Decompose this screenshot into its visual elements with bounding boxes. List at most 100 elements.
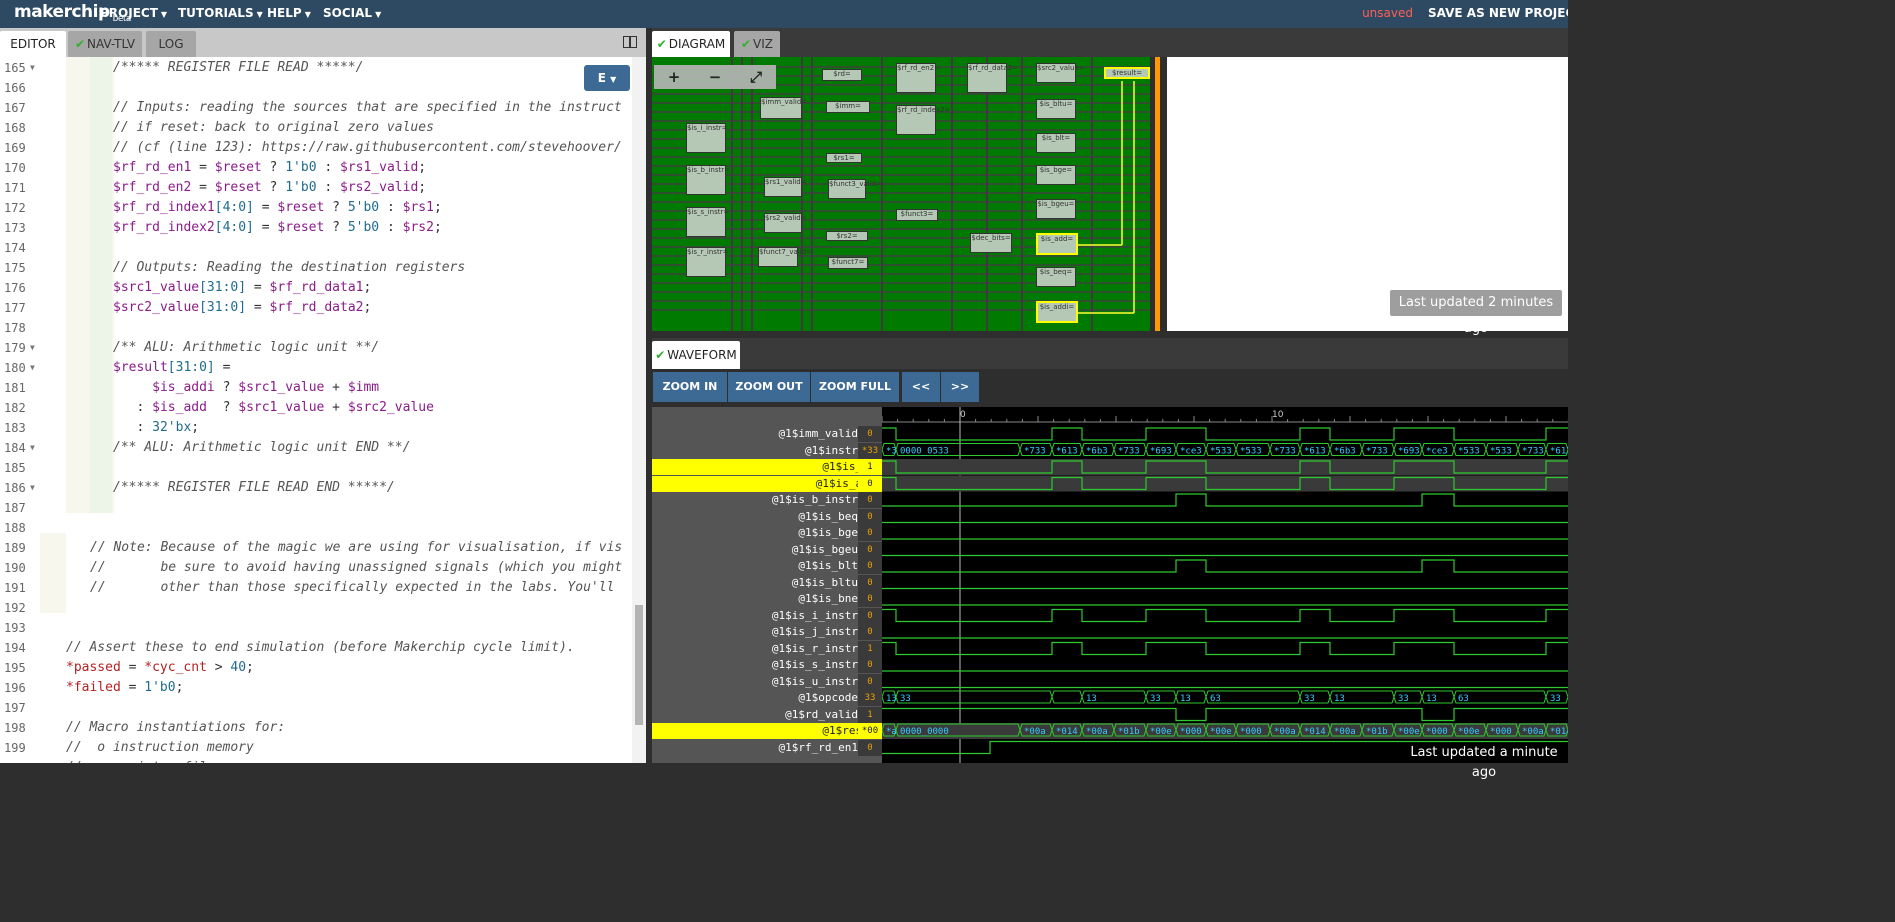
code-line[interactable]: // Note: Because of the magic we are usi… [90,538,622,558]
code-line[interactable]: : 32'bx; [113,418,199,438]
signal-name[interactable]: @1$instr [652,443,858,459]
code-line[interactable]: *failed = 1'b0; [66,678,183,698]
diagram-block[interactable]: $is_r_instr= [686,247,728,277]
tab-nav-tlv[interactable]: ✔ NAV-TLV [68,31,142,57]
diagram-block[interactable]: $funct7_valid= [758,247,812,267]
code-line[interactable]: $result[31:0] = [113,358,230,378]
signal-name[interactable]: @1$is_bge [652,525,858,541]
diagram-block[interactable]: $is_s_instr= [686,207,729,237]
code-line[interactable]: // other than those specifically expecte… [90,578,614,598]
code-line[interactable]: *passed = *cyc_cnt > 40; [66,658,254,678]
maximize-panel-icon[interactable] [623,36,637,48]
code-line[interactable]: /** ALU: Arithmetic logic unit **/ [113,338,379,358]
pane-divider[interactable] [1155,57,1160,331]
diagram-block[interactable]: $dec_bits= [970,233,1012,253]
code-line[interactable]: $is_addi ? $src1_value + $imm [113,378,379,398]
diagram-block[interactable]: $rd= [822,69,862,81]
zoom-in-button[interactable]: ZOOM IN [653,372,727,402]
diagram-block[interactable]: $rf_rd_index2= [896,105,950,135]
signal-name[interactable]: @1$is_u_instr [652,674,858,690]
scroll-left-button[interactable]: << [902,372,940,402]
code-line[interactable]: // o register file [66,758,215,763]
save-as-new-project-button[interactable]: SAVE AS NEW PROJECT [1428,6,1568,20]
signal-name[interactable]: @1$is_i_instr [652,608,858,624]
diagram-block[interactable]: $is_blt= [1036,133,1076,153]
code-line[interactable]: /** ALU: Arithmetic logic unit END **/ [113,438,410,458]
signal-name[interactable]: @1$is_beq [652,509,858,525]
code-line[interactable]: // if reset: back to original zero value… [113,118,434,138]
fold-arrow-icon[interactable]: ▼ [30,443,35,452]
code-line[interactable]: : $is_add ? $src1_value + $src2_value [113,398,433,418]
diagram-block[interactable]: $rf_rd_data2= [967,63,1018,93]
fit-icon[interactable]: ⤢ [736,65,776,89]
signal-name[interactable]: @1$is_bgeu [652,542,858,558]
code-line[interactable]: $rf_rd_en1 = $reset ? 1'b0 : $rs1_valid; [113,158,426,178]
signal-name[interactable]: @1$is_r_instr [652,641,858,657]
code-line[interactable]: // be sure to avoid having unassigned si… [90,558,622,578]
diagram-block[interactable]: $rs1= [826,153,862,163]
diagram-block[interactable]: $is_bgeu= [1036,199,1076,219]
code-line[interactable]: $src1_value[31:0] = $rf_rd_data1; [113,278,371,298]
code-line[interactable]: /***** REGISTER FILE READ *****/ [113,58,363,78]
diagram-block[interactable]: $rs1_valid= [764,177,807,197]
code-line[interactable]: $rf_rd_index2[4:0] = $reset ? 5'b0 : $rs… [113,218,442,238]
editor-mode-button[interactable]: E ▼ [584,65,630,91]
fold-arrow-icon[interactable]: ▼ [30,363,35,372]
signal-name[interactable]: @1$is_blt [652,558,858,574]
diagram-block[interactable]: $is_bge= [1036,165,1076,185]
signal-name[interactable]: @1$is_bltu [652,575,858,591]
tab-viz[interactable]: ✔ VIZ [734,31,780,57]
waveform-viewer[interactable]: @1$imm_valid 0 @1$instr *33 @1$is_add 1 @1$is_… [652,407,1568,763]
diagram-block[interactable]: $is_b_instr= [686,165,730,195]
diagram-block[interactable]: $funct3_valid= [828,179,882,199]
zoom-out-icon[interactable]: − [695,65,735,89]
tab-waveform[interactable]: ✔ WAVEFORM [652,341,740,369]
diagram-block[interactable]: $funct7= [828,257,868,269]
code-line[interactable]: /***** REGISTER FILE READ END *****/ [113,478,395,498]
signal-name[interactable]: @1$rf_rd_en1 [652,740,858,756]
diagram-block[interactable]: $result= [1104,67,1150,79]
diagram-block[interactable]: $src2_value= [1036,63,1085,83]
diagram-block[interactable]: $is_beq= [1036,267,1076,287]
code-line[interactable]: $src2_value[31:0] = $rf_rd_data2; [113,298,371,318]
diagram-block[interactable]: $imm= [826,101,870,113]
signal-name[interactable]: @1$imm_valid [652,426,858,442]
editor-scrollbar[interactable] [632,57,646,763]
signal-name[interactable]: @1$opcode [652,690,858,706]
zoom-out-button[interactable]: ZOOM OUT [728,372,810,402]
menu-help[interactable]: HELP ▼ [267,6,311,20]
zoom-full-button[interactable]: ZOOM FULL [811,372,899,402]
code-line[interactable]: // Outputs: Reading the destination regi… [113,258,465,278]
diagram-block[interactable]: $imm_valid= [760,97,807,119]
diagram-block[interactable]: $funct3= [896,209,938,221]
diagram-block[interactable]: $rs2_valid= [764,213,807,233]
diagram-block[interactable]: $is_bltu= [1036,99,1076,119]
signal-name[interactable]: @1$is_addi [652,475,882,492]
diagram-block[interactable]: $rf_rd_en2= [896,63,940,93]
scrollbar-thumb[interactable] [635,605,643,725]
signal-name[interactable]: @1$is_bne [652,591,858,607]
signal-name[interactable]: @1$result [652,723,882,739]
scroll-right-button[interactable]: >> [941,372,979,402]
code-line[interactable]: // Assert these to end simulation (befor… [66,638,575,658]
fold-arrow-icon[interactable]: ▼ [30,63,35,72]
tab-editor[interactable]: EDITOR [0,31,66,57]
code-line[interactable]: // (cf (line 123): https://raw.githubuse… [113,138,622,158]
fold-arrow-icon[interactable]: ▼ [30,343,35,352]
zoom-in-icon[interactable]: + [654,65,694,89]
tab-diagram[interactable]: ✔ DIAGRAM [652,31,730,57]
signal-name[interactable]: @1$is_s_instr [652,657,858,673]
diagram-block[interactable]: $is_addi= [1036,301,1078,323]
code-line[interactable]: // Inputs: reading the sources that are … [113,98,622,118]
menu-social[interactable]: SOCIAL ▼ [323,6,381,20]
code-line[interactable]: // Macro instantiations for: [66,718,285,738]
diagram-block[interactable]: $is_add= [1036,233,1078,255]
diagram-block[interactable]: $is_i_instr= [686,123,728,153]
diagram-canvas[interactable]: $rd= $rf_rd_en2= $rf_rd_data2= $src2_value=… [652,57,1150,331]
tab-log[interactable]: LOG [146,31,196,57]
signal-name[interactable]: @1$is_add [652,459,882,475]
menu-tutorials[interactable]: TUTORIALS ▼ [178,6,263,20]
code-line[interactable]: $rf_rd_en2 = $reset ? 1'b0 : $rs2_valid; [113,178,426,198]
diagram-block[interactable]: $rs2= [826,231,868,241]
menu-project[interactable]: PROJECT ▼ [100,6,167,20]
